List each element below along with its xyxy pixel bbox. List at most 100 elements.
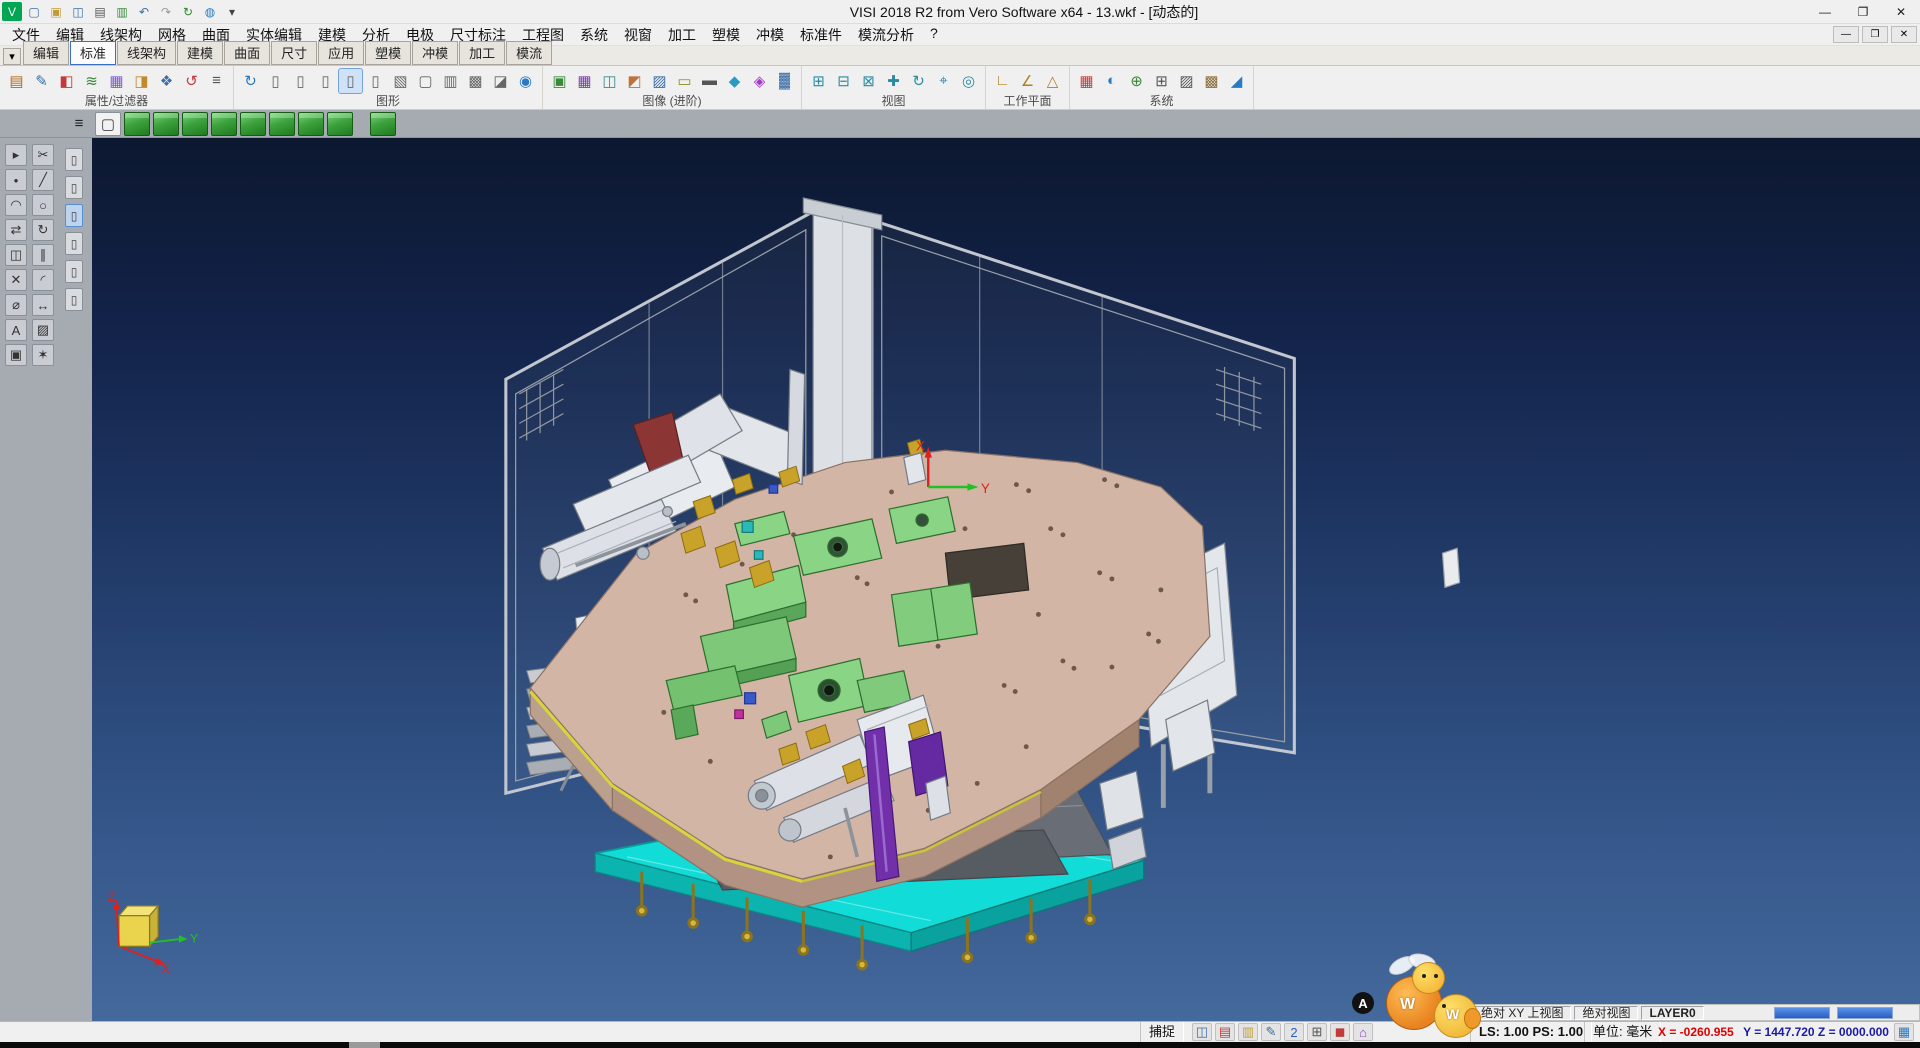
status-save-icon[interactable]: ◫ xyxy=(1192,1023,1212,1041)
layer-clip-5-icon[interactable]: ▯ xyxy=(65,260,83,283)
system-snap-icon[interactable]: ⊕ xyxy=(1125,69,1148,93)
plot-icon[interactable]: ▥ xyxy=(112,2,132,21)
erase-icon[interactable]: ✂ xyxy=(32,144,54,166)
cylinder-view-2-icon[interactable]: ▯ xyxy=(289,69,312,93)
arc-icon[interactable]: ◠ xyxy=(5,194,27,216)
system-grid-icon[interactable]: ⊞ xyxy=(1150,69,1173,93)
circle-icon[interactable]: ○ xyxy=(32,194,54,216)
menu-item-14[interactable]: 塑模 xyxy=(704,23,748,47)
pan-view-icon[interactable]: ✚ xyxy=(882,69,905,93)
close-button[interactable]: ✕ xyxy=(1882,0,1920,24)
shaded-edge-view-icon[interactable]: ▩ xyxy=(464,69,487,93)
world-icon[interactable]: ◍ xyxy=(200,2,220,21)
advanced-transparency-icon[interactable]: ◫ xyxy=(598,69,621,93)
menu-item-13[interactable]: 加工 xyxy=(660,23,704,47)
active-layer-label[interactable]: LAYER0 xyxy=(1641,1006,1703,1020)
viewport-3d[interactable]: X Y Z Y X xyxy=(92,138,1920,1021)
workplane-align-icon[interactable]: △ xyxy=(1041,69,1064,93)
redraw-icon[interactable]: ↻ xyxy=(239,69,262,93)
mirror-icon[interactable]: ◫ xyxy=(5,244,27,266)
refresh-view-icon[interactable]: ◎ xyxy=(957,69,980,93)
view-cube-top-icon[interactable] xyxy=(153,112,179,136)
tab-9[interactable]: 加工 xyxy=(459,41,505,65)
visi-logo-icon[interactable]: V xyxy=(2,2,22,21)
doc-close-button[interactable]: ✕ xyxy=(1891,26,1917,43)
menu-item-16[interactable]: 标准件 xyxy=(792,23,850,47)
half-shade-view-icon[interactable]: ◪ xyxy=(489,69,512,93)
stray-panel[interactable] xyxy=(1442,548,1459,587)
wireframe-view-icon[interactable]: ▢ xyxy=(414,69,437,93)
advanced-section-icon[interactable]: ◩ xyxy=(623,69,646,93)
layer-clip-4-icon[interactable]: ▯ xyxy=(65,232,83,255)
attribute-paint-icon[interactable]: ✎ xyxy=(30,69,53,93)
status-calc-icon[interactable]: ⊞ xyxy=(1307,1023,1327,1041)
redo-icon[interactable]: ↷ xyxy=(156,2,176,21)
menu-item-11[interactable]: 系统 xyxy=(572,23,616,47)
advanced-shade-icon[interactable]: ▣ xyxy=(548,69,571,93)
text-icon[interactable]: A xyxy=(5,319,27,341)
view-cube-right-icon[interactable] xyxy=(269,112,295,136)
menu-item-17[interactable]: 模流分析 xyxy=(850,23,922,47)
cylinder-view-5-icon[interactable]: ▯ xyxy=(364,69,387,93)
system-slope-icon[interactable]: ◢ xyxy=(1225,69,1248,93)
workplane-create-icon[interactable]: ∠ xyxy=(1016,69,1039,93)
menu-item-18[interactable]: ? xyxy=(922,23,946,47)
viewport-menu-icon[interactable]: ≡ xyxy=(66,112,92,136)
group-icon[interactable]: ▣ xyxy=(5,344,27,366)
tab-2[interactable]: 线架构 xyxy=(117,41,176,65)
open-file-icon[interactable]: ▣ xyxy=(46,2,66,21)
advanced-background-icon[interactable]: ▓ xyxy=(773,69,796,93)
rotate-view-icon[interactable]: ↻ xyxy=(907,69,930,93)
hatch-icon[interactable]: ▨ xyxy=(32,319,54,341)
status-screen-icon[interactable]: ▤ xyxy=(1215,1023,1235,1041)
tab-3[interactable]: 建模 xyxy=(177,41,223,65)
filter-solid-icon[interactable]: ❖ xyxy=(155,69,178,93)
point-icon[interactable]: • xyxy=(5,169,27,191)
filter-linetype-icon[interactable]: ≋ xyxy=(80,69,103,93)
workplane-standard-icon[interactable]: ∟ xyxy=(991,69,1014,93)
view-cube-axono-icon[interactable] xyxy=(327,112,353,136)
advanced-shadow-icon[interactable]: ▬ xyxy=(698,69,721,93)
doc-restore-button[interactable]: ❐ xyxy=(1862,26,1888,43)
minimize-button[interactable]: — xyxy=(1806,0,1844,24)
layer-clip-3-icon[interactable]: ▯ xyxy=(65,204,83,227)
maximize-button[interactable]: ❐ xyxy=(1844,0,1882,24)
status-cube-icon[interactable]: ◼ xyxy=(1330,1023,1350,1041)
doc-minimize-button[interactable]: — xyxy=(1833,26,1859,43)
view-cube-left-icon[interactable] xyxy=(240,112,266,136)
zoom-window-icon[interactable]: ⊟ xyxy=(832,69,855,93)
trim-icon[interactable]: ✕ xyxy=(5,269,27,291)
system-display-icon[interactable]: ◐ xyxy=(1100,69,1123,93)
tab-0[interactable]: 编辑 xyxy=(23,41,69,65)
tab-8[interactable]: 冲模 xyxy=(412,41,458,65)
tab-1[interactable]: 标准 xyxy=(70,41,116,65)
target-view-icon[interactable]: ⌖ xyxy=(932,69,955,93)
tab-10[interactable]: 模流 xyxy=(506,41,552,65)
cylinder-view-1-icon[interactable]: ▯ xyxy=(264,69,287,93)
status-help-icon[interactable]: 2 xyxy=(1284,1023,1304,1041)
menu-item-15[interactable]: 冲模 xyxy=(748,23,792,47)
advanced-reflection-icon[interactable]: ◆ xyxy=(723,69,746,93)
save-file-icon[interactable]: ◫ xyxy=(68,2,88,21)
undo-icon[interactable]: ↶ xyxy=(134,2,154,21)
status-layerbar-icon[interactable]: ▦ xyxy=(1894,1023,1914,1041)
view-mode-label[interactable]: 绝对 XY 上视图 xyxy=(1473,1006,1571,1020)
advanced-material-icon[interactable]: ◈ xyxy=(748,69,771,93)
zoom-extents-icon[interactable]: ⊞ xyxy=(807,69,830,93)
refresh-icon[interactable]: ↻ xyxy=(178,2,198,21)
status-print-icon[interactable]: ▥ xyxy=(1238,1023,1258,1041)
shaded-view-icon[interactable]: ▧ xyxy=(389,69,412,93)
filter-color-icon[interactable]: ◧ xyxy=(55,69,78,93)
view-cube-back-icon[interactable] xyxy=(211,112,237,136)
view-cube-iso-icon[interactable] xyxy=(124,112,150,136)
fillet-icon[interactable]: ◜ xyxy=(32,269,54,291)
tab-dropdown-icon[interactable]: ▾ xyxy=(3,48,21,65)
view-cube-dynamic-icon[interactable] xyxy=(370,112,396,136)
dynamic-view-icon[interactable]: ◉ xyxy=(514,69,537,93)
tab-7[interactable]: 塑模 xyxy=(365,41,411,65)
menu-item-12[interactable]: 视窗 xyxy=(616,23,660,47)
filter-reset-icon[interactable]: ↺ xyxy=(180,69,203,93)
tab-6[interactable]: 应用 xyxy=(318,41,364,65)
advanced-ghost-icon[interactable]: ▨ xyxy=(648,69,671,93)
rotate-icon[interactable]: ↻ xyxy=(32,219,54,241)
